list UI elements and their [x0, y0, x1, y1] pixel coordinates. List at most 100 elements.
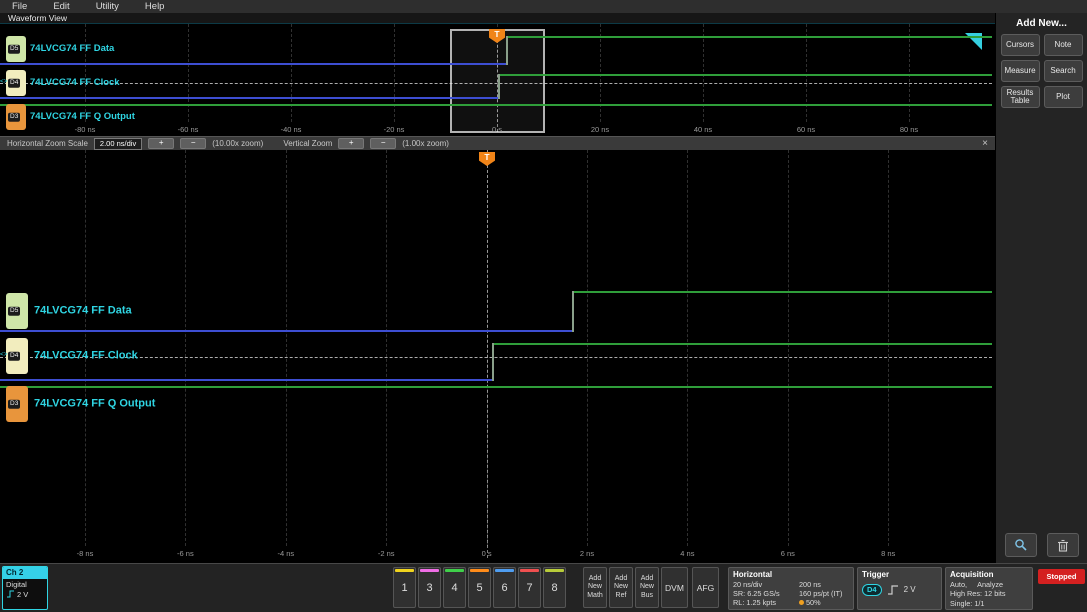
trigger-settings: D4 2 V [862, 583, 937, 597]
axis-label: -40 ns [280, 125, 302, 134]
channel-3-button[interactable]: 3 [418, 567, 441, 608]
gridline [386, 150, 388, 546]
trigger-source-badge: D4 [862, 583, 882, 597]
channel-2-mode: Digital [6, 579, 27, 589]
horizontal-value: 160 ps/pt (IT) [799, 588, 843, 598]
channel-2-name: Ch 2 [3, 567, 47, 579]
trash-button[interactable] [1046, 533, 1079, 557]
channel-label-d4: 74LVCG74 FF Clock [30, 76, 120, 88]
channel-7-number: 7 [526, 581, 533, 594]
acquisition-title: Acquisition [950, 570, 994, 579]
data-edge [506, 36, 508, 65]
channel-tab-d4[interactable]: D4 [6, 70, 26, 96]
position-icon [799, 599, 804, 605]
v-zoom-minus-button[interactable]: − [370, 138, 397, 149]
menu-edit[interactable]: Edit [53, 0, 69, 13]
acquisition-mode-line: Auto, Analyze [950, 580, 1028, 589]
axis-label: -80 ns [74, 125, 96, 134]
channel-8-number: 8 [551, 581, 558, 594]
add-cursors-button[interactable]: Cursors [1000, 34, 1040, 56]
add-new-buttons: Add New Math Add New Ref Add New Bus [583, 567, 659, 608]
channel-7-button[interactable]: 7 [518, 567, 541, 608]
threshold-dashed-line [0, 357, 992, 358]
channel-2-threshold: 2 V [17, 589, 29, 599]
channel-8-button[interactable]: 8 [543, 567, 566, 608]
horizontal-value: SR: 6.25 GS/s [733, 588, 780, 598]
q-high-trace [0, 104, 992, 106]
add-button-line: New [613, 583, 628, 591]
horizontal-value: RL: 1.25 kpts [733, 597, 776, 607]
axis-label: -6 ns [177, 549, 194, 558]
gridline [687, 150, 689, 546]
add-note-button[interactable]: Note [1043, 34, 1083, 56]
gridline [185, 150, 187, 546]
axis-label: 20 ns [590, 125, 610, 134]
channel-5-button[interactable]: 5 [468, 567, 491, 608]
h-zoom-minus-button[interactable]: − [180, 138, 207, 149]
h-zoom-scale-label: Horizontal Zoom Scale [7, 139, 88, 148]
channel-label-d5: 74LVCG74 FF Data [34, 304, 132, 317]
channel-tab-d3[interactable]: D3 [6, 104, 26, 130]
stopped-status-badge[interactable]: Stopped [1038, 569, 1085, 584]
trigger-source-marker: <> [0, 78, 8, 85]
data-low-trace [0, 63, 506, 65]
acquisition-panel[interactable]: Acquisition Auto, Analyze High Res: 12 b… [945, 567, 1033, 610]
add-search-button[interactable]: Search [1043, 60, 1083, 82]
add-new-ref-button[interactable]: Add New Ref [609, 567, 633, 608]
channel-tab-d5[interactable]: D5 [6, 36, 26, 62]
add-measure-button[interactable]: Measure [1000, 60, 1040, 82]
trigger-line [487, 150, 488, 558]
zoom-toolbar: Horizontal Zoom Scale 2.00 ns/div + − (1… [0, 136, 995, 150]
add-new-math-button[interactable]: Add New Math [583, 567, 607, 608]
gridline [806, 24, 807, 122]
acquisition-single: Single: 1/1 [950, 598, 985, 608]
add-results-table-button[interactable]: Results Table [1000, 86, 1040, 108]
clock-high-trace [492, 343, 992, 345]
trigger-panel[interactable]: Trigger D4 2 V [857, 567, 942, 610]
afg-button[interactable]: AFG [692, 567, 719, 608]
axis-label: -2 ns [377, 549, 395, 558]
v-zoom-plus-button[interactable]: + [338, 138, 365, 149]
axis-label: 40 ns [693, 125, 713, 134]
menu-utility[interactable]: Utility [96, 0, 119, 13]
horizontal-values: 20 ns/div 200 ns SR: 6.25 GS/s 160 ps/pt (I… [733, 580, 849, 607]
horizontal-panel[interactable]: Horizontal 20 ns/div 200 ns SR: 6.25 GS/s 1… [728, 567, 854, 610]
rising-edge-icon [887, 585, 898, 595]
channel-color-tab: D5 [6, 36, 26, 62]
menu-help[interactable]: Help [145, 0, 165, 13]
axis-label: 8 ns [881, 549, 896, 558]
channel-2-badge[interactable]: Ch 2 Digital 2 V [2, 566, 48, 610]
gridline [188, 24, 189, 122]
h-zoom-plus-button[interactable]: + [148, 138, 175, 149]
channel-6-color-strip [495, 569, 514, 572]
h-zoom-scale-value[interactable]: 2.00 ns/div [93, 137, 143, 150]
gridline [703, 24, 704, 122]
trigger-level: 2 V [903, 585, 916, 595]
channel-8-color-strip [545, 569, 564, 572]
add-button-line: Bus [640, 591, 654, 599]
clock-high-trace [498, 74, 992, 76]
channel-color-tab: D4 [6, 70, 26, 96]
add-button-line: Ref [615, 591, 627, 599]
add-plot-button[interactable]: Plot [1043, 86, 1083, 108]
channel-4-button[interactable]: 4 [443, 567, 466, 608]
add-button-line: Add [588, 574, 602, 582]
channel-tab-d3[interactable]: D3 [6, 386, 28, 422]
channel-tab-d4[interactable]: D4 [6, 338, 28, 374]
zoom-close-icon[interactable]: × [982, 138, 988, 149]
channel-6-button[interactable]: 6 [493, 567, 516, 608]
trigger-marker[interactable]: T [479, 152, 495, 166]
channel-tab-d5[interactable]: D5 [6, 293, 28, 329]
sidebar-bottom-buttons [996, 533, 1087, 557]
v-zoom-label: Vertical Zoom [283, 139, 333, 148]
menu-bar: File Edit Utility Help [0, 0, 1087, 13]
channel-4-number: 4 [451, 581, 458, 594]
dvm-button[interactable]: DVM [661, 567, 688, 608]
menu-file[interactable]: File [12, 0, 27, 13]
channel-1-button[interactable]: 1 [393, 567, 416, 608]
add-new-bus-button[interactable]: Add New Bus [635, 567, 659, 608]
acquisition-mode: Auto, [950, 579, 968, 589]
view-tab[interactable]: Waveform View [0, 13, 995, 24]
add-button-line: Math [587, 591, 603, 599]
zoom-mode-button[interactable] [1004, 533, 1037, 557]
